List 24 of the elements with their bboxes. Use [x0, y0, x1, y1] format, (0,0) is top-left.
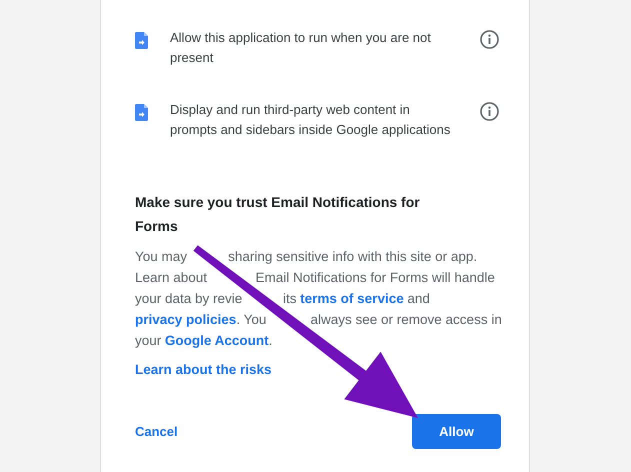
permission-text: Display and run third-party web content in prompts and sidebars inside Google applications: [170, 101, 452, 139]
allow-button[interactable]: Allow: [412, 414, 501, 449]
cancel-button[interactable]: Cancel: [135, 416, 178, 448]
paragraph-text: .: [268, 332, 272, 350]
paragraph-text: sharing sensitive info with this site or app.: [228, 248, 478, 266]
info-icon[interactable]: [480, 30, 499, 49]
paragraph-text: its: [283, 290, 297, 308]
paragraph-text: You may: [135, 248, 188, 266]
info-icon[interactable]: [480, 102, 499, 121]
paragraph-text: Email Notifications for Forms will handle: [256, 269, 495, 287]
text-link[interactable]: terms of service: [300, 288, 404, 309]
text-link[interactable]: Google Account: [164, 330, 269, 351]
dialog-heading: Make sure you trust Email Notifications for Forms: [135, 193, 421, 236]
paragraph-text: and: [407, 290, 430, 308]
paragraph-text: your: [135, 332, 162, 350]
risks-link[interactable]: Learn about the risks: [135, 360, 272, 380]
text-link[interactable]: privacy policies: [135, 309, 236, 330]
paragraph-text: Learn about: [135, 269, 208, 287]
paragraph-text: always see or remove access in: [310, 311, 502, 329]
permission-text: Allow this application to run when you are not present: [170, 29, 432, 67]
paragraph-text: . You: [236, 311, 266, 329]
document-icon: [135, 104, 148, 121]
document-icon: [135, 32, 148, 49]
paragraph-text: your data by revie: [135, 290, 242, 308]
